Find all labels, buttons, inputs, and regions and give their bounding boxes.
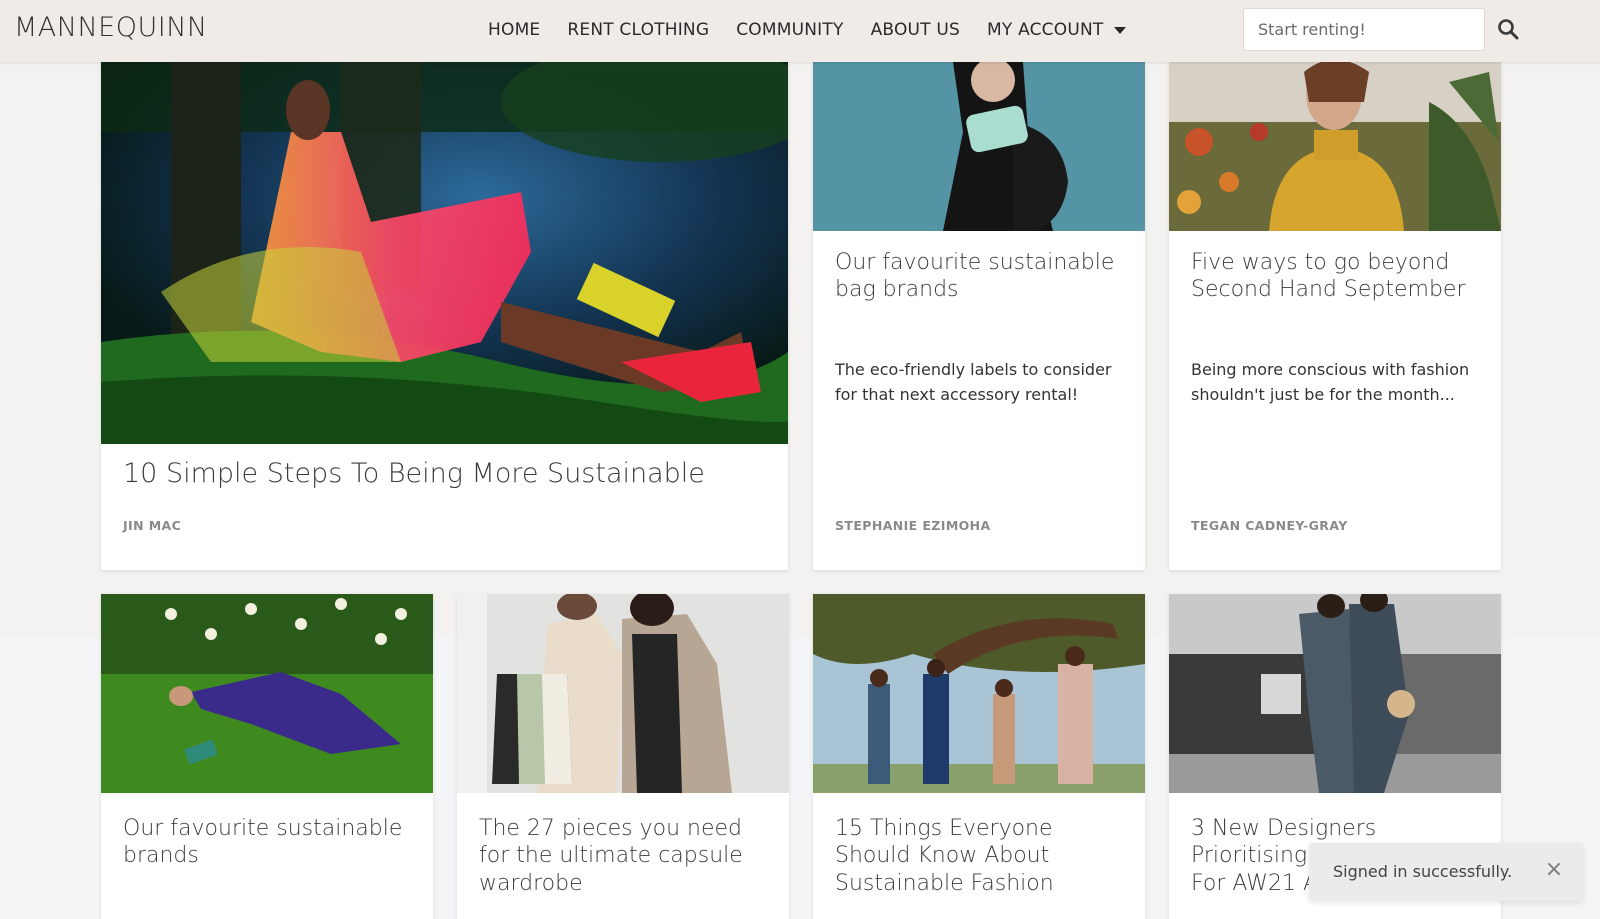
brand-logo[interactable]: MANNEQUINN [14, 12, 208, 43]
caret-down-icon [1114, 26, 1127, 34]
article-image-checked-suits [1169, 594, 1501, 793]
article-card[interactable]: Our favourite sustainable bag brands The… [813, 62, 1145, 570]
article-title[interactable]: Our favourite sustainable brands [123, 815, 415, 870]
article-title[interactable]: 15 Things Everyone Should Know About Sus… [835, 815, 1127, 897]
article-author[interactable]: TEGAN CADNEY-GRAY [1191, 518, 1348, 533]
nav-about-us[interactable]: ABOUT US [871, 20, 960, 40]
article-card[interactable]: The 27 pieces you need for the ultimate … [457, 594, 789, 919]
article-excerpt: The eco-friendly labels to consider for … [835, 360, 1112, 404]
article-excerpt: Being more conscious with fashion should… [1191, 360, 1470, 404]
article-author[interactable]: STEPHANIE EZIMOHA [835, 518, 991, 533]
nav-rent-clothing[interactable]: RENT CLOTHING [567, 20, 709, 40]
article-title[interactable]: The 27 pieces you need for the ultimate … [479, 815, 771, 897]
toast-notification: Signed in successfully. × [1309, 843, 1583, 901]
nav-home[interactable]: HOME [488, 20, 540, 40]
article-image-capsule-wardrobe [457, 594, 789, 793]
toast-message: Signed in successfully. [1333, 862, 1513, 881]
nav-links: HOME RENT CLOTHING COMMUNITY ABOUT US MY… [488, 20, 1153, 40]
article-card[interactable]: Our favourite sustainable brands [101, 594, 433, 919]
nav-my-account[interactable]: MY ACCOUNT [987, 20, 1127, 40]
article-image-lying-on-grass [101, 594, 433, 793]
search-input[interactable] [1243, 8, 1485, 51]
article-image-group-under-tree [813, 594, 1145, 793]
top-navbar: MANNEQUINN HOME RENT CLOTHING COMMUNITY … [0, 0, 1600, 62]
article-title[interactable]: 10 Simple Steps To Being More Sustainabl… [123, 457, 770, 490]
article-card[interactable]: 10 Simple Steps To Being More Sustainabl… [101, 62, 788, 570]
nav-community[interactable]: COMMUNITY [736, 20, 843, 40]
article-image-mustard-sweater [1169, 62, 1501, 231]
article-image-clutch-bag [813, 62, 1145, 231]
search-icon[interactable] [1496, 17, 1520, 41]
nav-my-account-label: MY ACCOUNT [987, 20, 1104, 40]
close-icon[interactable]: × [1543, 859, 1565, 881]
article-title[interactable]: Five ways to go beyond Second Hand Septe… [1191, 249, 1483, 304]
article-card[interactable]: Five ways to go beyond Second Hand Septe… [1169, 62, 1501, 570]
article-title[interactable]: Our favourite sustainable bag brands [835, 249, 1127, 304]
article-author[interactable]: JIN MAC [123, 518, 181, 533]
article-card[interactable]: 15 Things Everyone Should Know About Sus… [813, 594, 1145, 919]
article-image-pink-dress [101, 62, 788, 444]
